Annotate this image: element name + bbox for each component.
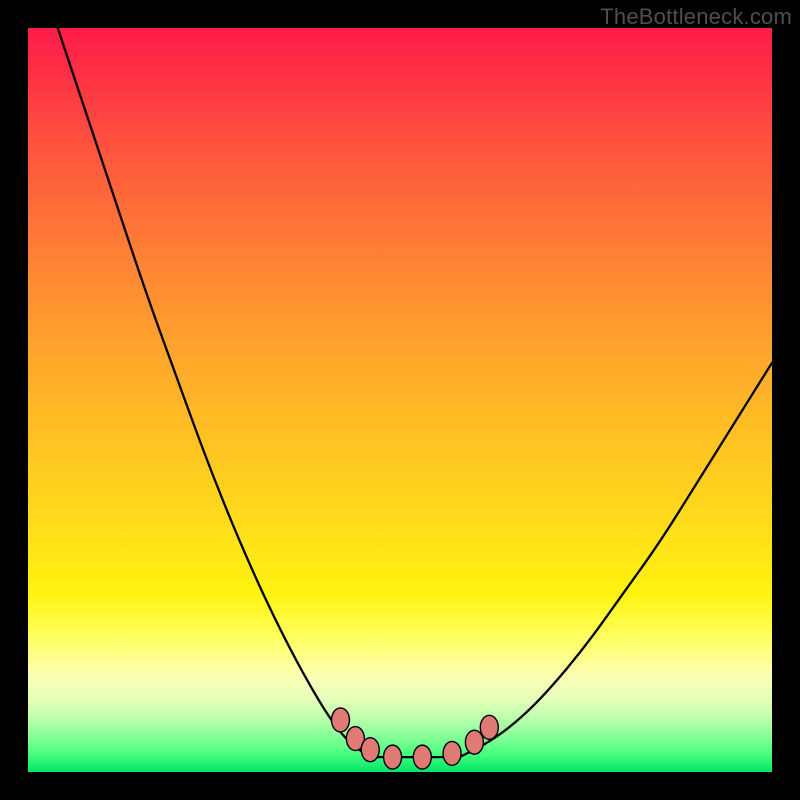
plot-area — [28, 28, 772, 772]
curve-marker — [361, 738, 379, 762]
curve-marker — [384, 745, 402, 769]
curve-marker — [443, 741, 461, 765]
curve-marker — [480, 715, 498, 739]
watermark-text: TheBottleneck.com — [600, 4, 792, 30]
curve-marker — [465, 730, 483, 754]
bottleneck-curve — [28, 28, 772, 772]
curve-marker — [331, 708, 349, 732]
curve-path — [58, 28, 772, 757]
curve-marker — [413, 745, 431, 769]
marker-group — [331, 708, 498, 769]
outer-frame: TheBottleneck.com — [0, 0, 800, 800]
